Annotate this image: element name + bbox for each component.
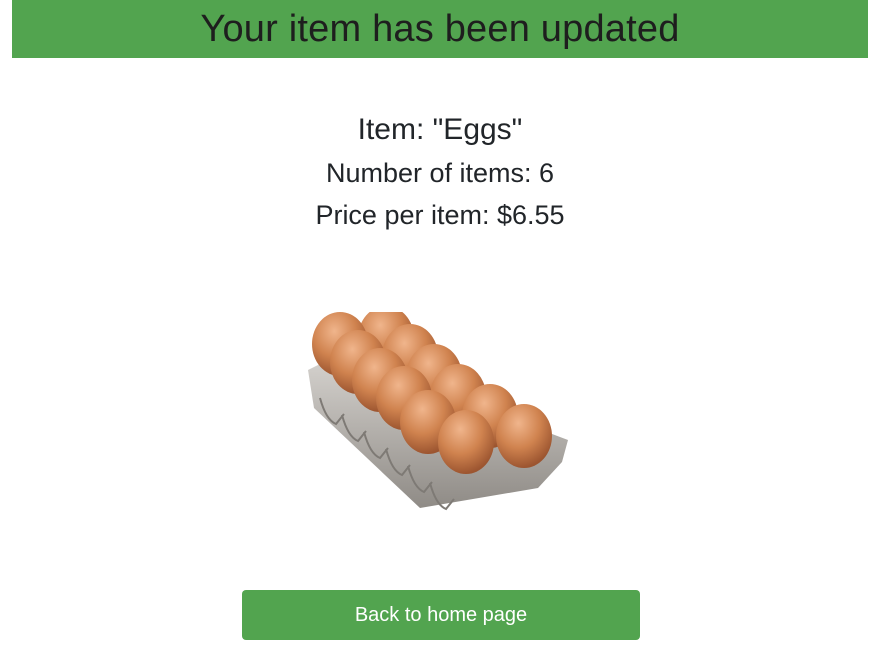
banner-title: Your item has been updated <box>200 7 680 50</box>
item-price: Price per item: $6.55 <box>315 200 565 230</box>
item-count: Number of items: 6 <box>325 158 555 188</box>
item-name: Item: "Eggs" <box>357 113 523 146</box>
egg <box>438 410 494 474</box>
success-banner: Your item has been updated <box>12 0 868 58</box>
back-to-home-button[interactable]: Back to home page <box>242 590 640 640</box>
item-image <box>300 306 572 524</box>
egg-carton-image <box>308 306 568 511</box>
egg <box>496 404 552 468</box>
item-details: Item: "Eggs" Number of items: 6 Price pe… <box>0 108 880 236</box>
